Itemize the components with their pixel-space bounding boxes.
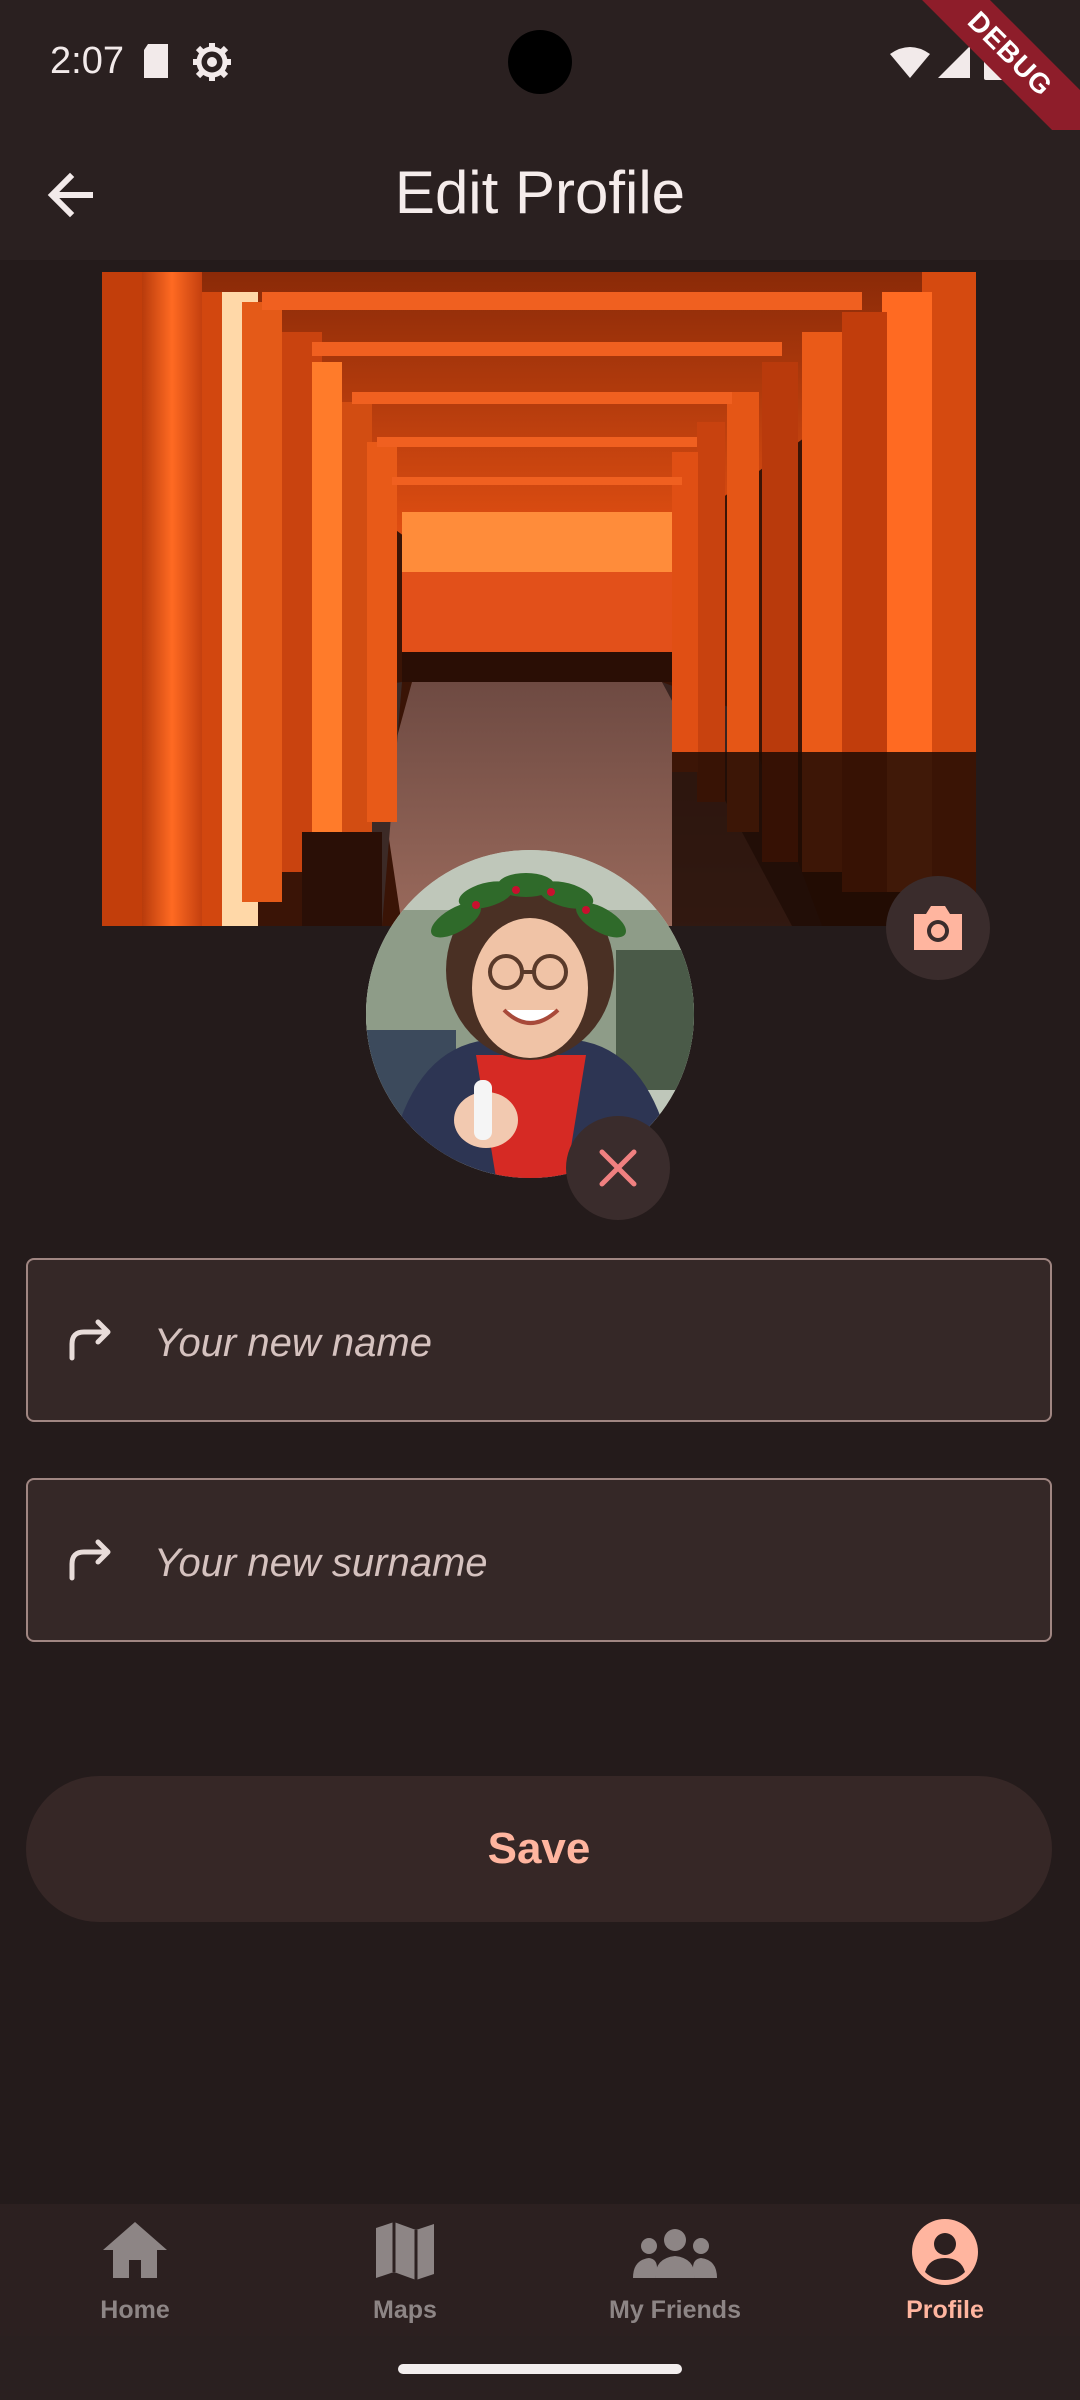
front-camera (508, 30, 572, 94)
account-circle-icon (912, 2219, 978, 2285)
nav-label-my-friends: My Friends (609, 2296, 741, 2324)
sd-card-icon (144, 44, 168, 78)
forward-arrow-icon (69, 1319, 111, 1361)
name-field[interactable] (26, 1258, 1052, 1422)
nav-label-profile: Profile (906, 2296, 984, 2324)
nav-item-maps[interactable]: Maps (270, 2204, 540, 2336)
save-button[interactable]: Save (26, 1776, 1052, 1922)
surname-input[interactable] (152, 1520, 1016, 1606)
settings-icon (193, 43, 231, 81)
nav-label-maps: Maps (373, 2296, 437, 2324)
nav-item-home[interactable]: Home (0, 2204, 270, 2336)
nav-item-profile[interactable]: Profile (810, 2204, 1080, 2336)
name-input[interactable] (152, 1300, 1016, 1386)
status-bar: 2:07 DEBUG (0, 0, 1080, 163)
app-bar: Edit Profile (0, 130, 1080, 260)
wifi-icon (890, 47, 930, 78)
nav-label-home: Home (100, 2296, 170, 2324)
remove-avatar-button[interactable] (566, 1116, 670, 1220)
change-cover-button[interactable] (886, 876, 990, 980)
close-icon (599, 1149, 637, 1187)
map-icon (376, 2222, 434, 2280)
surname-field[interactable] (26, 1478, 1052, 1642)
home-icon (103, 2222, 167, 2278)
nav-item-my-friends[interactable]: My Friends (540, 2204, 810, 2336)
status-time: 2:07 (50, 40, 124, 82)
signal-icon (938, 46, 970, 78)
people-icon (633, 2229, 717, 2278)
cover-image (102, 272, 976, 926)
forward-arrow-icon (69, 1539, 111, 1581)
page-title: Edit Profile (394, 159, 686, 226)
camera-icon (914, 906, 962, 950)
bottom-navigation: Home Maps My Friends Profile (0, 2204, 1080, 2336)
home-indicator[interactable] (398, 2364, 682, 2374)
